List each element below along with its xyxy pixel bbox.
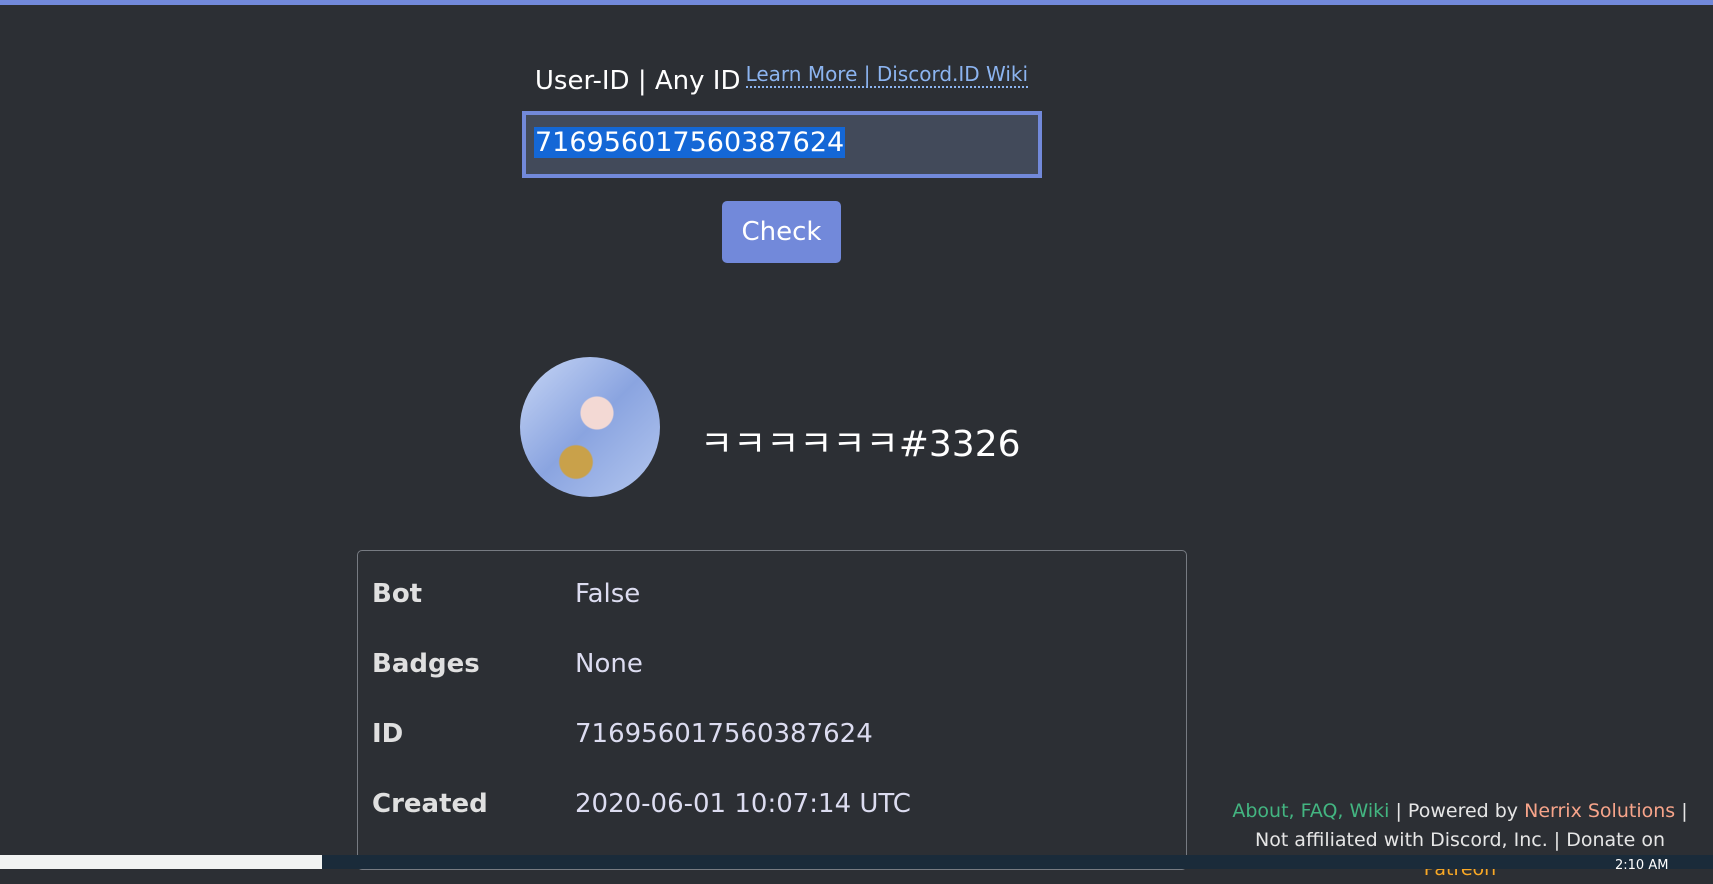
id-label-row: User-ID | Any ID Learn More | Discord.ID… (0, 62, 1563, 96)
id-input[interactable]: 716956017560387624 (522, 111, 1042, 178)
row-value: 716956017560387624 (575, 719, 873, 749)
row-key: Created (372, 789, 488, 819)
taskbar-search[interactable] (0, 855, 322, 869)
top-accent-bar (0, 0, 1713, 5)
row-key: Badges (372, 649, 480, 679)
username: ㅋㅋㅋㅋㅋㅋ#3326 (700, 424, 1021, 465)
avatar (520, 357, 660, 497)
taskbar-clock[interactable]: 2:10 AM (1615, 858, 1668, 873)
check-button[interactable]: Check (722, 201, 841, 263)
footer-text: | Powered by (1389, 800, 1525, 822)
nerrix-link[interactable]: Nerrix Solutions (1524, 800, 1675, 822)
id-label: User-ID | Any ID (534, 66, 741, 96)
id-input-value: 716956017560387624 (534, 127, 846, 158)
row-value: None (575, 649, 643, 679)
row-key: Bot (372, 579, 423, 609)
learn-more-link[interactable]: Learn More | Discord.ID Wiki (745, 62, 1029, 88)
row-value: False (575, 579, 641, 609)
about-link[interactable]: About, FAQ, Wiki (1232, 800, 1389, 822)
details-table: Bot False Badges None ID 716956017560387624… (357, 550, 1187, 870)
row-value: 2020-06-01 10:07:14 UTC (575, 789, 911, 819)
row-key: ID (372, 719, 404, 749)
